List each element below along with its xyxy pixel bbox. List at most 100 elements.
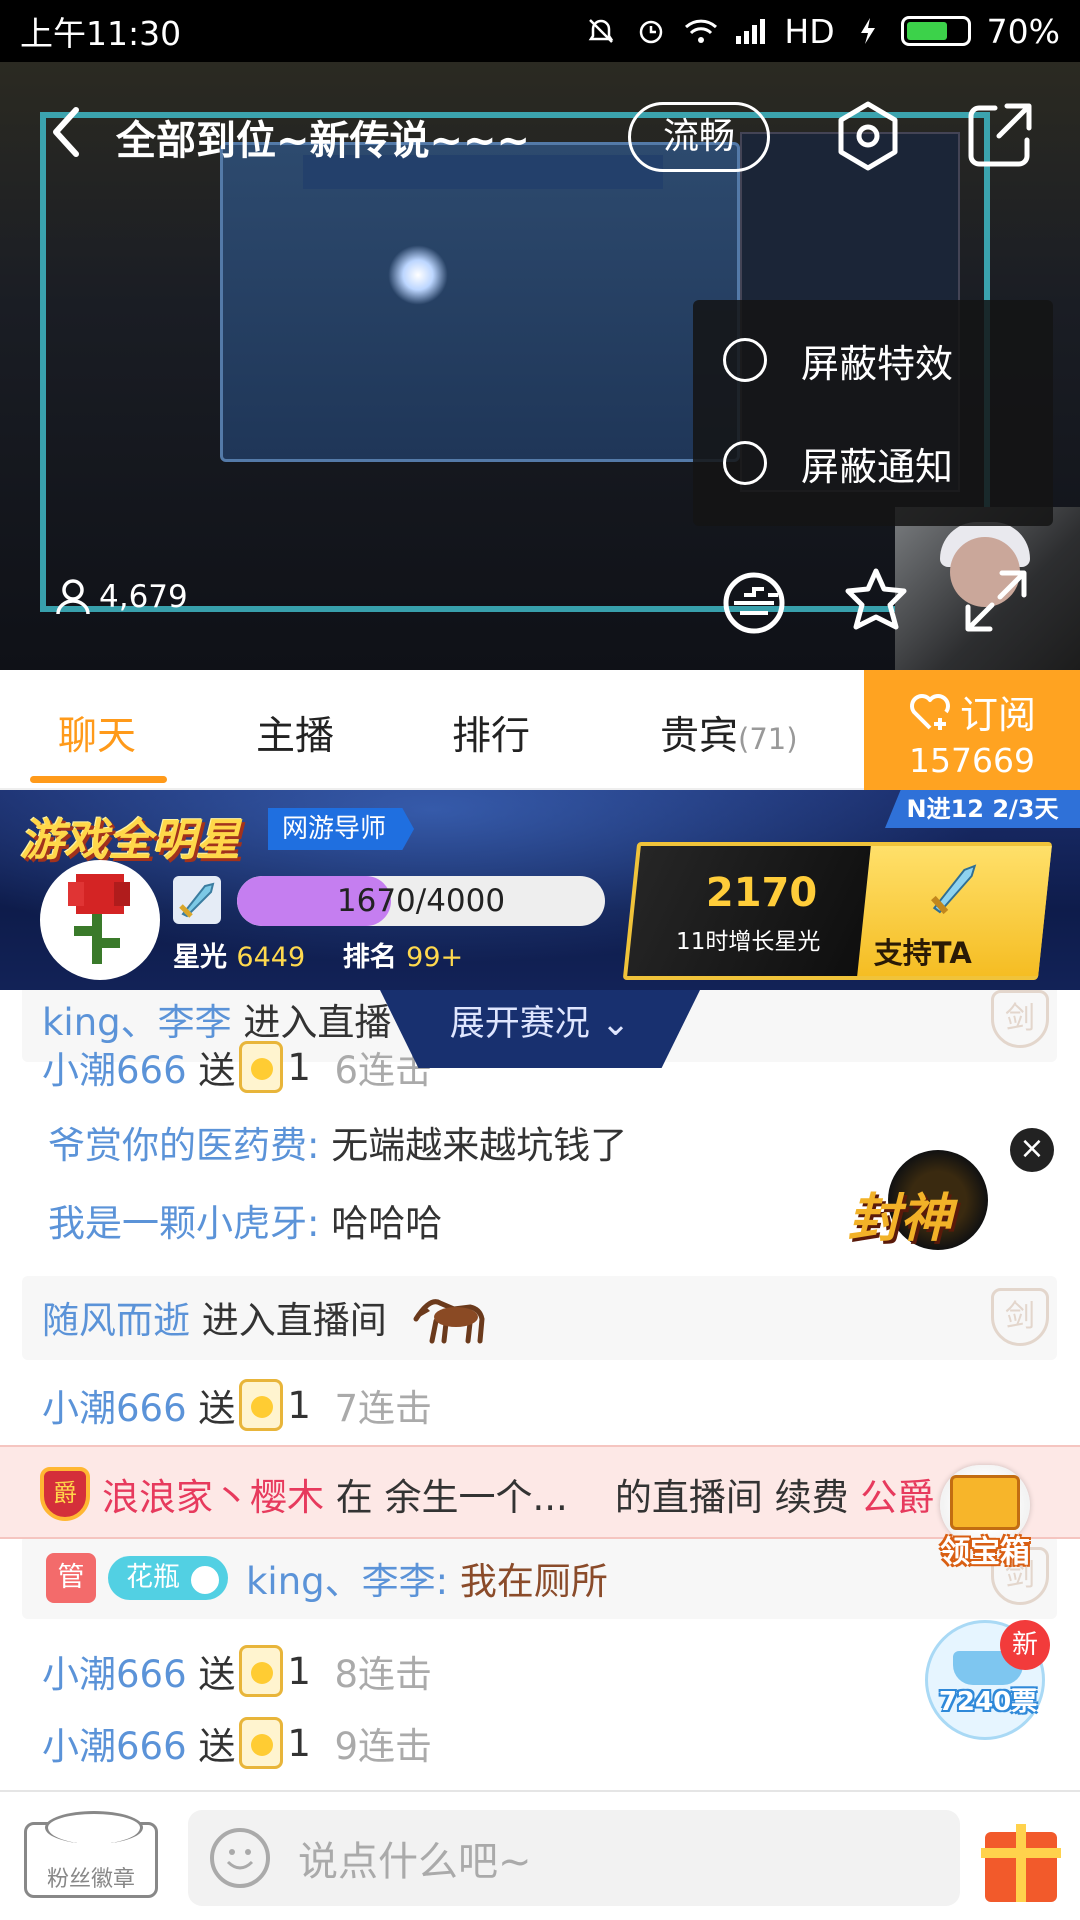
star-stats: 星光 6449 排名 99+ [173,935,463,974]
radio-icon[interactable] [723,338,767,382]
alarm-icon [634,14,668,48]
network-type: HD [784,11,835,51]
chat-nick[interactable]: 小潮666 [42,1378,187,1432]
chat-nick[interactable]: 小潮666 [42,1644,187,1698]
gift-message: 小潮666 送 1 9连击 [42,1708,1080,1778]
chat-nick[interactable]: 随风而逝 [42,1290,190,1344]
sword-icon [931,864,977,915]
emoji-icon[interactable] [210,1828,270,1888]
renew-host[interactable]: 余生一个... [385,1467,568,1521]
chat-nick[interactable]: 我是一颗小虎牙: [48,1193,319,1247]
gift-bag-icon [239,1041,284,1093]
danmaku-toggle-button[interactable] [720,565,792,637]
close-ad-button[interactable]: × [1010,1128,1054,1172]
fan-badge-label: 粉丝徽章 [46,1867,135,1892]
subscribe-button[interactable]: 订阅 157669 [864,670,1080,790]
tab-chat[interactable]: 聊天 [58,705,136,761]
gift-bag-icon [239,1717,284,1769]
menu-item-label: 屏蔽特效 [801,341,954,386]
tab-host[interactable]: 主播 [256,705,334,761]
chat-list[interactable]: king、李李 进入直播 剑 小潮666 送 1 6连击 爷赏你的医药费: 无端… [0,990,1080,1790]
starlight-value: 6449 [236,942,306,973]
quality-button[interactable]: 流畅 [628,102,770,172]
chat-text: 我在厕所 [459,1560,608,1603]
stream-title: 全部到位~新传说~~~ [116,118,531,164]
sword-level-icon [173,876,221,924]
battery-icon [900,16,971,46]
manager-badge: 管 [46,1553,96,1603]
gift-icon[interactable] [981,1824,1061,1902]
heart-plus-icon [910,693,950,730]
host-avatar[interactable] [40,860,160,980]
status-bar: 上午11:30 HD 70% [0,0,1080,62]
chat-nick[interactable]: 小潮666 [42,1040,187,1094]
expand-match-button[interactable]: 展开赛况 ⌄ [380,990,700,1068]
live-room-screen: 上午11:30 HD 70% 全部到位~新传说~~~ 流畅 屏蔽特效 屏蔽通知 … [0,0,1080,1920]
starlight-label: 星光 [173,942,227,973]
chat-nick[interactable]: 爷赏你的医药费: [48,1115,319,1169]
gift-bag-icon [239,1645,284,1697]
fullscreen-icon [965,570,1027,632]
tab-vip[interactable]: 贵宾(71) [660,705,798,761]
fan-badge-vase: 花瓶 [108,1556,228,1600]
chat-text: 哈哈哈 [331,1202,443,1245]
game-ad[interactable]: 封神 [848,1150,998,1260]
gift-message: 小潮666 送 1 8连击 [42,1636,1080,1706]
support-button[interactable]: 支持TA [857,846,1052,976]
renew-text-1: 在 [335,1476,373,1519]
rank-status-badge: N进12 2/3天 [885,790,1080,828]
fan-badge-button[interactable]: 粉丝徽章 [24,1811,158,1898]
support-label: 支持TA [873,936,972,970]
starlight-progress-bar: 1670/4000 [237,876,605,926]
gift-verb: 送 [198,1049,236,1092]
back-arrow-icon [53,107,79,157]
viewer-count: 4,679 [55,578,188,616]
gift-combo: 7连击 [334,1387,433,1430]
event-logo: 游戏全明星 [20,815,240,866]
radio-icon[interactable] [723,441,767,485]
renew-notice-banner[interactable]: 爵 浪浪家丶樱木 在 余生一个... 的直播间 续费 公爵 [0,1445,1080,1539]
enter-notice-box: 随风而逝 进入直播间 剑 [22,1276,1057,1360]
chat-nick[interactable]: king、李李: [246,1551,448,1605]
tab-vip-count: (71) [738,722,798,756]
gift-bag-icon [239,1379,284,1431]
fullscreen-button[interactable] [960,565,1032,637]
rank-label: 排名 [342,942,397,973]
chat-text: 进入直播间 [201,1299,387,1342]
back-button[interactable] [44,102,94,162]
gift-combo: 9连击 [334,1725,433,1768]
chat-nick[interactable]: 小潮666 [42,1716,187,1770]
treasure-chest-button[interactable]: 领宝箱 [925,1455,1045,1585]
effects-button[interactable] [840,565,912,637]
gift-message: 小潮666 送 1 7连击 [42,1370,1080,1440]
menu-item-block-notices[interactable]: 屏蔽通知 [723,423,1043,503]
renew-nick[interactable]: 浪浪家丶樱木 [102,1467,324,1521]
chat-message: 随风而逝 进入直播间 [42,1282,1080,1352]
noble-crown-icon: 爵 [40,1467,90,1521]
chat-input[interactable]: 说点什么吧~ [188,1810,960,1906]
tab-ranking[interactable]: 排行 [452,705,530,761]
renew-notice: 爵 浪浪家丶樱木 在 余生一个... 的直播间 续费 公爵 [40,1459,1080,1529]
renew-rank: 公爵 [860,1476,935,1519]
wifi-icon [684,14,718,48]
share-button[interactable] [965,100,1035,170]
light-flare [388,245,448,305]
signal-icon [734,14,768,48]
menu-item-block-effects[interactable]: 屏蔽特效 [723,320,1043,400]
all-star-banner[interactable]: 游戏全明星 网游导师 N进12 2/3天 1670/4000 星光 6449 排… [0,790,1080,990]
rose-pixel-icon [68,874,130,964]
ad-logo: 封神 [848,1189,953,1249]
new-badge: 新 [1000,1620,1050,1670]
progress-text: 1670/4000 [336,883,506,919]
menu-item-label: 屏蔽通知 [801,444,954,489]
category-tag: 网游导师 [268,808,415,850]
chat-message-box: 管 花瓶 king、李李: 我在厕所 剑 [22,1535,1057,1619]
chat-text: 无端越来越坑钱了 [331,1124,628,1167]
settings-button[interactable] [835,100,901,172]
mute-icon [584,14,618,48]
renew-text-2: 的直播间 续费 [614,1476,849,1519]
sword-shield-icon: 剑 [991,1288,1049,1346]
subscribe-count: 157669 [909,741,1035,780]
gift-qty: 1 [287,1649,311,1693]
game-window [220,142,740,462]
